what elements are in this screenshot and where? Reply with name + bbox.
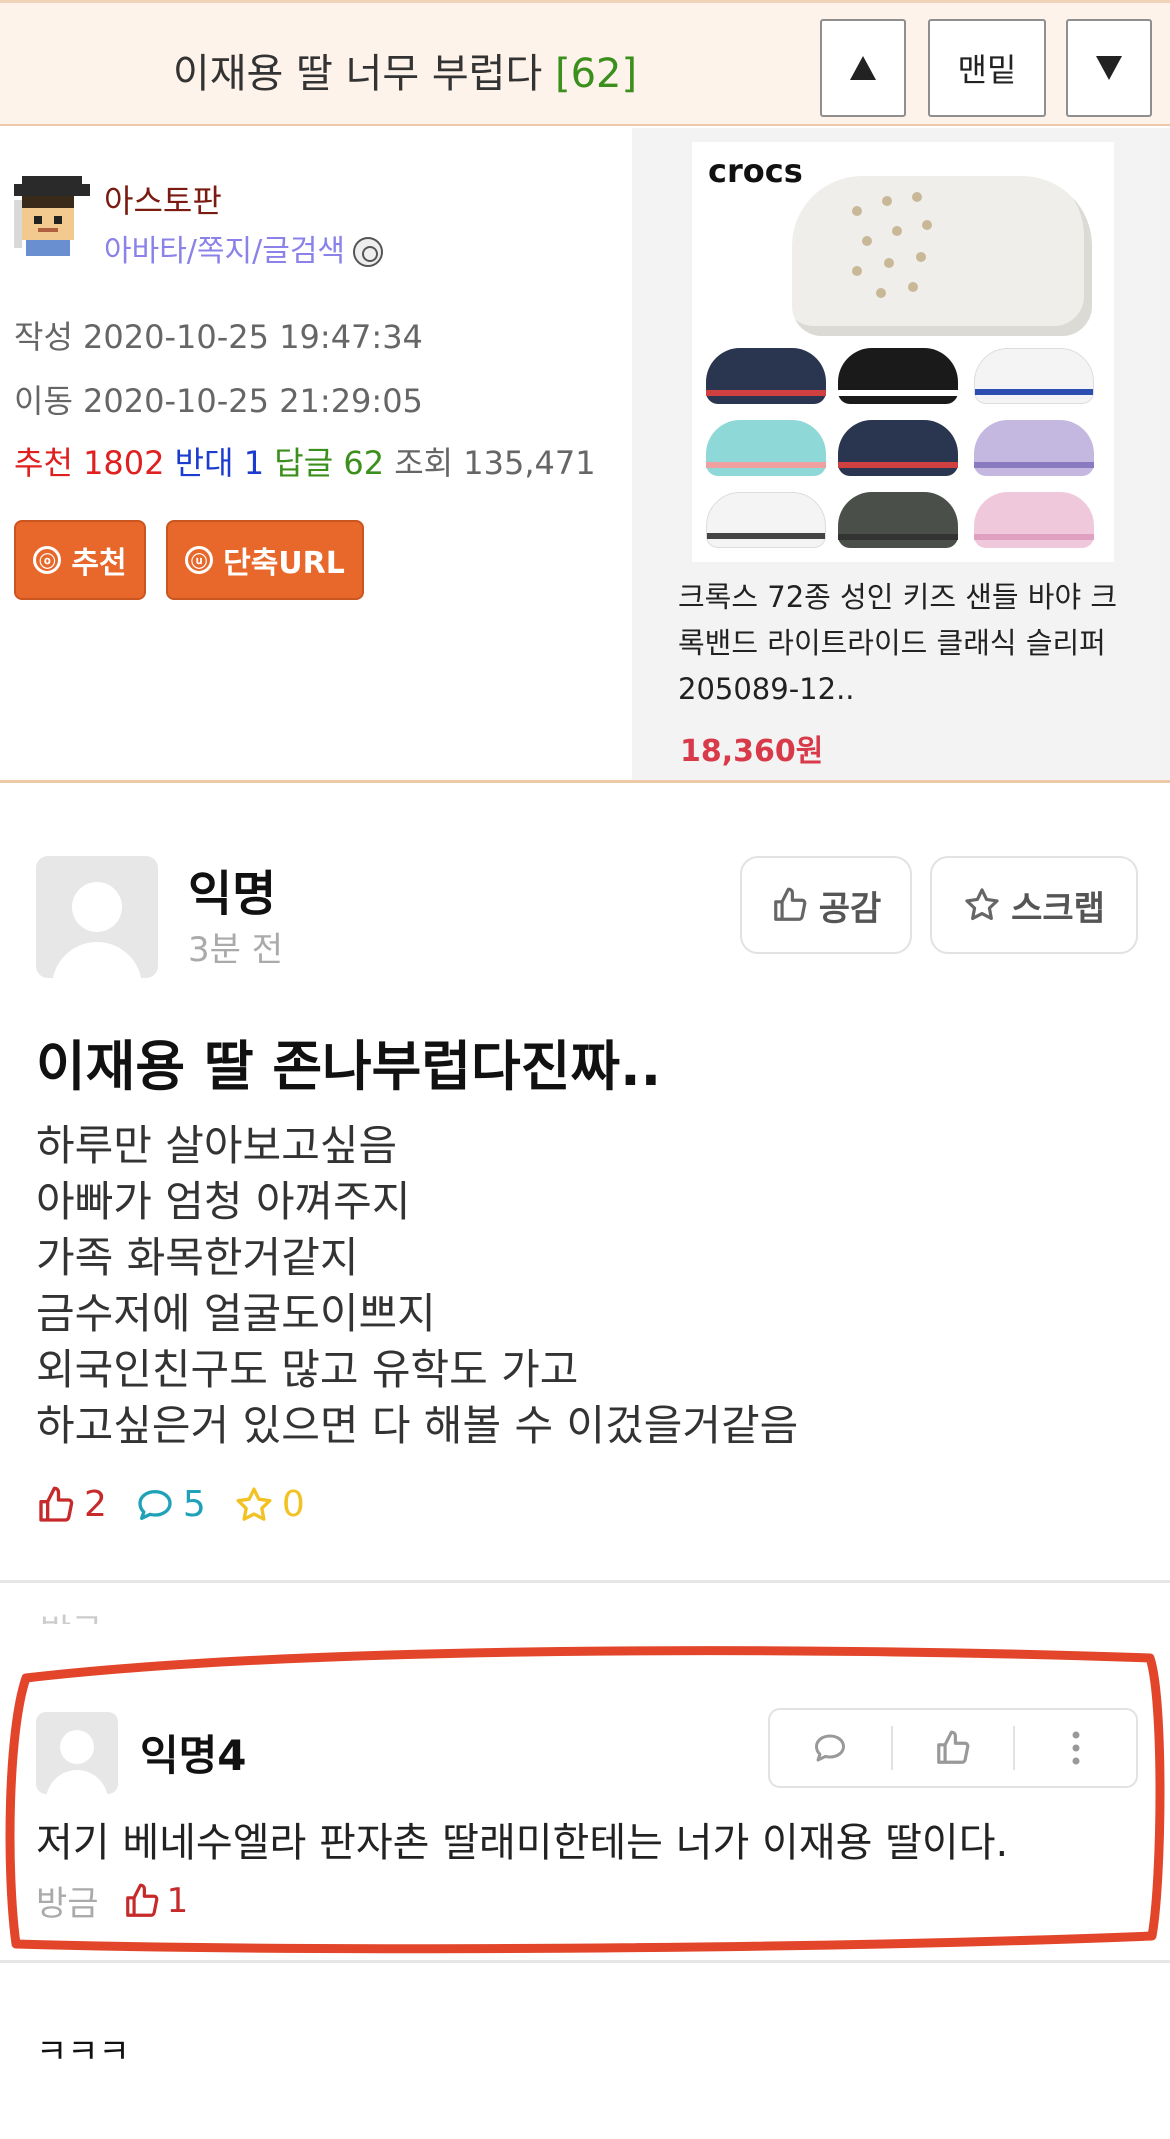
post-stats: 추천 1802 반대 1 답글 62 조회 135,471: [14, 438, 596, 484]
replies-label: 답글: [274, 444, 334, 482]
anon-avatar: [36, 856, 158, 978]
settings-icon[interactable]: [353, 237, 384, 267]
clog-thumb: [974, 492, 1094, 548]
reply-text: ㅋㅋㅋ: [36, 2032, 130, 2072]
post-time: 3분 전: [188, 930, 283, 970]
clog-thumb: [706, 492, 826, 548]
star-icon: [965, 888, 999, 921]
short-url-button-label: 단축URL: [223, 546, 345, 581]
commenter-name: 익명4: [140, 1731, 247, 1780]
moved-timestamp: 이동 2020-10-25 21:29:05: [14, 382, 423, 420]
post-author: 익명: [188, 866, 277, 922]
more-vertical-icon: [1072, 1731, 1080, 1765]
clog-thumb: [706, 348, 826, 404]
commenter-avatar: [36, 1712, 118, 1794]
created-timestamp: 작성 2020-10-25 19:47:34: [14, 318, 423, 356]
star-icon: [236, 1487, 272, 1521]
comment-count-badge: 5: [135, 1484, 206, 1525]
recommend-label: 추천: [14, 444, 73, 482]
comment-actions: [768, 1708, 1138, 1788]
like-label: 공감: [818, 888, 882, 929]
clog-thumb: [974, 348, 1094, 404]
post-body: 하루만 살아보고싶음 아빠가 엄청 아껴주지 가족 화목한거같지 금수저에 얼굴…: [36, 1121, 799, 1450]
like-count: 2: [36, 1484, 107, 1525]
clog-thumb: [838, 348, 958, 404]
scroll-up-button[interactable]: [820, 19, 906, 117]
arrow-down-icon: [1096, 56, 1122, 80]
product-title[interactable]: 크록스 72종 성인 키즈 샌들 바야 크록밴드 라이트라이드 클래식 슬리퍼 …: [678, 574, 1128, 712]
author-links: 아바타/쪽지/글검색: [104, 226, 384, 270]
short-url-button[interactable]: ⓤ 단축URL: [166, 520, 364, 600]
product-price: 18,360원: [680, 734, 824, 769]
thumbs-up-icon: [773, 887, 807, 921]
scroll-bottom-button[interactable]: 맨밑: [928, 19, 1046, 117]
truncated-timestamp: 방금: [40, 1604, 103, 1624]
like-count-value: 2: [84, 1484, 107, 1525]
post-title-text: 이재용 딸 너무 부럽다: [172, 51, 543, 97]
recommend-button[interactable]: ⓞ 추천: [14, 520, 146, 600]
post-title: 이재용 딸 너무 부럽다 [62]: [0, 41, 810, 99]
scrap-count-value: 0: [281, 1484, 305, 1525]
brand-logo: crocs: [708, 152, 803, 190]
recommend-count: 1802: [83, 444, 165, 482]
author-name[interactable]: 아스토판: [104, 176, 222, 222]
recommend-icon: ⓞ: [33, 546, 62, 574]
oppose-count: 1: [243, 444, 265, 482]
recommend-button-label: 추천: [71, 546, 127, 581]
scroll-down-button[interactable]: [1066, 19, 1152, 117]
comment-icon: [138, 1489, 172, 1520]
views-label: 조회: [394, 444, 454, 482]
comment-count[interactable]: [62]: [555, 51, 637, 97]
replies-count: 62: [343, 444, 385, 482]
clog-thumb: [974, 420, 1094, 476]
comment-like-value: 1: [166, 1880, 189, 1921]
thumbs-up-icon: [937, 1730, 970, 1764]
link-icon: ⓤ: [185, 546, 214, 574]
section-divider: [0, 780, 1170, 783]
clog-thumb: [838, 420, 958, 476]
arrow-up-icon: [850, 56, 876, 80]
comment-divider: [0, 1960, 1170, 1963]
post-reactions: 2 5 0: [36, 1484, 305, 1525]
post-title-bar: 이재용 딸 너무 부럽다 [62] 맨밑: [0, 0, 1170, 126]
comment-like-button[interactable]: [893, 1710, 1014, 1786]
post-headline: 이재용 딸 존나부럽다진짜..: [36, 1035, 662, 1098]
clog-image: [792, 176, 1092, 336]
thumbs-up-icon: [39, 1486, 74, 1522]
comment-count-value: 5: [182, 1484, 206, 1525]
post-divider: [0, 1580, 1170, 1583]
comment-like-count: 1: [123, 1880, 189, 1921]
scrap-button[interactable]: 스크랩: [930, 856, 1138, 954]
comment-icon: [815, 1734, 846, 1762]
author-avatar[interactable]: [14, 176, 90, 256]
scrap-label: 스크랩: [1011, 888, 1105, 929]
thumbs-up-icon: [125, 1883, 158, 1917]
scrap-count: 0: [234, 1484, 305, 1525]
author-links-text[interactable]: 아바타/쪽지/글검색: [104, 234, 345, 269]
comment-text: 저기 베네수엘라 판자촌 딸래미한테는 너가 이재용 딸이다.: [36, 1820, 1009, 1866]
clog-thumb: [706, 420, 826, 476]
comment-meta: 방금 1: [36, 1876, 188, 1925]
oppose-label: 반대: [174, 444, 234, 482]
like-button[interactable]: 공감: [740, 856, 912, 954]
more-options-button[interactable]: [1015, 1710, 1136, 1786]
reply-button[interactable]: [770, 1710, 891, 1786]
clog-thumb: [838, 492, 958, 548]
views-count: 135,471: [463, 444, 596, 482]
comment-time: 방금: [36, 1884, 99, 1924]
